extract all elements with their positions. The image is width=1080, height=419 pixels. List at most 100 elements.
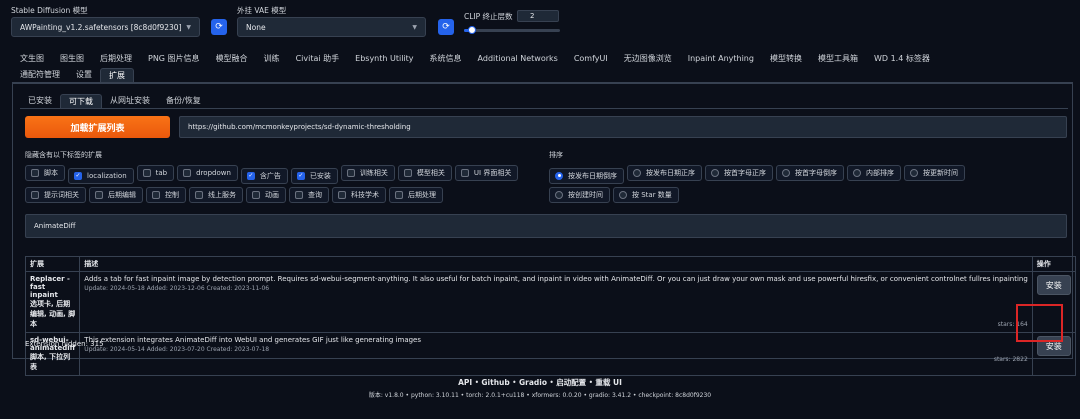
ext-tags: 脚本, 下拉列表 xyxy=(30,353,71,371)
tab-extensions[interactable]: 扩展 xyxy=(100,68,134,82)
tab-15[interactable]: WD 1.4 标签器 xyxy=(866,52,938,66)
radio-icon[interactable] xyxy=(619,191,627,199)
radio-icon[interactable] xyxy=(555,171,563,180)
radio-icon[interactable] xyxy=(782,169,790,177)
checkbox-icon[interactable] xyxy=(252,191,260,199)
hide-tag-checkbox[interactable]: 模型相关 xyxy=(397,165,452,181)
tab-10[interactable]: ComfyUI xyxy=(566,52,616,66)
load-extensions-button[interactable]: 加载扩展列表 xyxy=(25,116,170,138)
tab-9[interactable]: Additional Networks xyxy=(470,52,566,66)
hide-tag-checkbox[interactable]: 动画 xyxy=(246,187,286,203)
tab-row2-1[interactable]: 设置 xyxy=(68,68,100,82)
hide-tags-row2: 提示词相关 后期编辑 控制 线上服务 动画 查询 科技学术 后期处理 xyxy=(25,187,545,206)
hide-tag-checkbox[interactable]: dropdown xyxy=(177,165,238,181)
checkbox-label: 后期处理 xyxy=(408,191,436,199)
sort-radio[interactable]: 按创建时间 xyxy=(549,187,610,203)
sort-radio[interactable]: 按首字母正序 xyxy=(705,165,773,181)
subtab-2[interactable]: 从网址安装 xyxy=(102,94,158,108)
checkbox-icon[interactable]: ✓ xyxy=(74,171,82,180)
checkbox-icon[interactable] xyxy=(195,191,203,199)
hide-tag-checkbox[interactable]: 训练相关 xyxy=(340,165,395,181)
sort-radio[interactable]: 按发布日期倒序 xyxy=(549,167,624,184)
hide-tag-checkbox[interactable]: 提示词相关 xyxy=(25,187,86,203)
checkbox-icon[interactable] xyxy=(346,169,355,177)
hide-tag-checkbox[interactable]: 控制 xyxy=(146,187,186,203)
clip-slider-thumb[interactable] xyxy=(467,26,476,34)
checkbox-icon[interactable] xyxy=(338,191,346,199)
tab-13[interactable]: 模型转换 xyxy=(762,52,810,66)
footer-separator: • xyxy=(509,378,519,387)
tab-1[interactable]: 图生图 xyxy=(52,52,92,66)
radio-icon[interactable] xyxy=(853,169,861,177)
refresh-model-button[interactable]: ⟳ xyxy=(211,19,227,35)
hide-tag-checkbox[interactable]: ✓ 已安装 xyxy=(290,167,338,184)
checkbox-icon[interactable] xyxy=(460,169,469,177)
tab-0[interactable]: 文生图 xyxy=(12,52,52,66)
hide-tag-checkbox[interactable]: 脚本 xyxy=(25,165,65,181)
vae-select[interactable]: None ▼ xyxy=(237,17,426,37)
sort-radio[interactable]: 内部排序 xyxy=(847,165,901,181)
footer-link[interactable]: Gradio xyxy=(519,378,547,387)
footer-link[interactable]: 重载 UI xyxy=(595,378,622,387)
radio-icon[interactable] xyxy=(711,169,719,177)
hide-tag-checkbox[interactable]: 后期编辑 xyxy=(89,187,143,203)
hide-tag-checkbox[interactable]: 后期处理 xyxy=(389,187,443,203)
clip-slider[interactable] xyxy=(464,26,560,34)
radio-icon[interactable] xyxy=(555,191,563,199)
ext-name-cell: sd-webui-animatediff 脚本, 下拉列表 xyxy=(24,332,81,376)
url-input[interactable]: https://github.com/mcmonkeyprojects/sd-d… xyxy=(179,116,1067,138)
sort-radio[interactable]: 按发布日期正序 xyxy=(627,165,702,181)
checkbox-label: 训练相关 xyxy=(359,169,388,177)
hide-tag-checkbox[interactable]: ✓ 含广告 xyxy=(240,167,288,184)
hide-tag-checkbox[interactable]: ✓ localization xyxy=(68,167,134,184)
hide-tag-checkbox[interactable]: 线上服务 xyxy=(189,187,243,203)
checkbox-icon[interactable] xyxy=(142,169,151,177)
checkbox-label: 已安装 xyxy=(309,171,331,180)
checkbox-icon[interactable] xyxy=(295,191,303,199)
checkbox-icon[interactable] xyxy=(152,191,160,199)
hide-tag-checkbox[interactable]: 查询 xyxy=(289,187,329,203)
hide-tag-checkbox[interactable]: 科技学术 xyxy=(332,187,386,203)
checkbox-icon[interactable]: ✓ xyxy=(246,171,255,180)
radio-label: 按创建时间 xyxy=(568,191,603,199)
tab-4[interactable]: 模型融合 xyxy=(208,52,256,66)
sort-radio[interactable]: 按更新时间 xyxy=(904,165,965,181)
ext-name[interactable]: Replacer - fast inpaint xyxy=(30,275,75,299)
subtab-0[interactable]: 已安装 xyxy=(20,94,60,108)
tab-11[interactable]: 无边图像浏览 xyxy=(616,52,680,66)
model-select[interactable]: AWPainting_v1.2.safetensors [8c8d0f9230]… xyxy=(11,17,200,37)
checkbox-icon[interactable] xyxy=(395,191,403,199)
clip-number-input[interactable]: 2 xyxy=(517,10,559,22)
vae-label: 外挂 VAE 模型 xyxy=(237,6,287,15)
tab-14[interactable]: 模型工具箱 xyxy=(810,52,866,66)
tab-7[interactable]: Ebsynth Utility xyxy=(347,52,421,66)
tab-12[interactable]: Inpaint Anything xyxy=(680,52,762,66)
footer-link[interactable]: API xyxy=(458,378,472,387)
tab-2[interactable]: 后期处理 xyxy=(92,52,140,66)
footer-link[interactable]: 启动配置 xyxy=(556,378,586,387)
hide-tag-checkbox[interactable]: UI 界面相关 xyxy=(454,165,519,181)
tab-3[interactable]: PNG 图片信息 xyxy=(140,52,208,66)
hide-tag-checkbox[interactable]: tab xyxy=(136,165,175,181)
sort-radio[interactable]: 按首字母倒序 xyxy=(776,165,844,181)
checkbox-label: 线上服务 xyxy=(208,191,236,199)
subtab-1[interactable]: 可下载 xyxy=(60,94,102,108)
search-input[interactable]: AnimateDiff xyxy=(25,214,1067,238)
checkbox-icon[interactable] xyxy=(95,191,103,199)
subtab-3[interactable]: 备份/恢复 xyxy=(158,94,209,108)
sort-radio[interactable]: 按 Star 数量 xyxy=(613,187,679,203)
checkbox-icon[interactable] xyxy=(403,169,412,177)
checkbox-icon[interactable]: ✓ xyxy=(296,171,305,180)
radio-icon[interactable] xyxy=(633,169,641,177)
checkbox-icon[interactable] xyxy=(31,169,39,177)
tab-6[interactable]: Civitai 助手 xyxy=(288,52,348,66)
radio-icon[interactable] xyxy=(910,169,918,177)
tab-8[interactable]: 系统信息 xyxy=(422,52,470,66)
footer-link[interactable]: Github xyxy=(481,378,509,387)
tab-row2-0[interactable]: 通配符管理 xyxy=(12,68,68,82)
refresh-vae-button[interactable]: ⟳ xyxy=(438,19,454,35)
tab-5[interactable]: 训练 xyxy=(256,52,288,66)
checkbox-icon[interactable] xyxy=(183,169,192,177)
checkbox-icon[interactable] xyxy=(31,191,39,199)
install-button[interactable]: 安装 xyxy=(1036,275,1071,295)
